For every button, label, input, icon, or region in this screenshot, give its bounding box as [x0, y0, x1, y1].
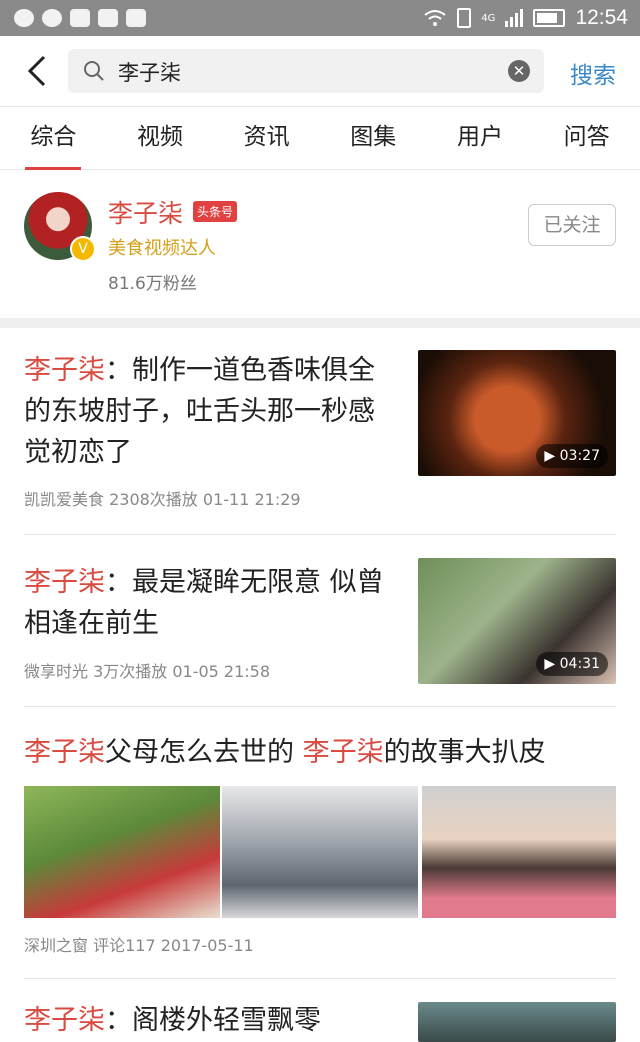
search-header: 李子柒 ✕ 搜索 [0, 36, 640, 107]
category-tabs: 综合 视频 资讯 图集 用户 问答 [0, 107, 640, 170]
gallery-image-2[interactable] [222, 786, 418, 918]
video-thumbnail[interactable]: ▶ 03:27 [418, 350, 616, 476]
chat-notification-icon [14, 9, 34, 27]
status-bar: 4G 12:54 [0, 0, 640, 36]
result-title[interactable]: 李子柒：制作一道色香味俱全的东坡肘子，吐舌头那一秒感觉初恋了 [24, 350, 394, 473]
vibrate-icon [457, 8, 472, 28]
result-title[interactable]: 李子柒：最是凝眸无限意 似曾相逢在前生 [24, 562, 394, 644]
divider [24, 978, 616, 979]
fan-count: 81.6万粉丝 [108, 274, 197, 294]
result-item-2[interactable]: 李子柒：最是凝眸无限意 似曾相逢在前生 微享时光 3万次播放 01-05 21:… [24, 558, 616, 692]
section-separator [0, 318, 640, 328]
result-meta: 凯凯爱美食 2308次播放 01-11 21:29 [24, 490, 301, 509]
search-button[interactable]: 搜索 [570, 56, 616, 90]
gallery-image-1[interactable] [24, 786, 220, 918]
tab-news[interactable]: 资讯 [227, 107, 307, 169]
account-type-badge: 头条号 [193, 201, 238, 222]
image-notification-icon [98, 9, 118, 27]
profile-name[interactable]: 李子柒 [108, 194, 183, 230]
tab-video[interactable]: 视频 [120, 107, 200, 169]
network-type-label: 4G [481, 12, 496, 24]
tab-users[interactable]: 用户 [440, 107, 520, 169]
result-title[interactable]: 李子柒父母怎么去世的 李子柒的故事大扒皮 [24, 732, 616, 773]
search-query-text: 李子柒 [118, 61, 181, 85]
tab-gallery[interactable]: 图集 [333, 107, 413, 169]
video-thumbnail[interactable]: ▶ 04:31 [418, 558, 616, 684]
divider [24, 534, 616, 535]
divider [24, 706, 616, 707]
tab-qa[interactable]: 问答 [547, 107, 627, 169]
follow-button[interactable]: 已关注 [528, 204, 616, 246]
search-input[interactable]: 李子柒 ✕ [68, 49, 544, 93]
result-item-4[interactable]: 李子柒：阁楼外轻雪飘零 [24, 1000, 616, 1042]
back-arrow-icon[interactable] [24, 54, 52, 88]
clear-search-icon[interactable]: ✕ [508, 60, 530, 82]
result-meta: 深圳之窗 评论117 2017-05-11 [24, 936, 254, 955]
video-duration: ▶ 04:31 [536, 652, 608, 676]
video-duration: ▶ 03:27 [536, 444, 608, 468]
video-thumbnail[interactable] [418, 1002, 616, 1042]
result-item-1[interactable]: 李子柒：制作一道色香味俱全的东坡肘子，吐舌头那一秒感觉初恋了 凯凯爱美食 230… [24, 350, 616, 520]
profile-description: 美食视频达人 [108, 238, 216, 259]
search-icon [84, 61, 104, 81]
result-meta: 微享时光 3万次播放 01-05 21:58 [24, 662, 271, 681]
gallery-image-3[interactable] [422, 786, 616, 918]
battery-icon [533, 9, 566, 27]
weibo-notification-icon [42, 9, 62, 27]
signal-icon [505, 9, 524, 27]
profile-card[interactable]: V 李子柒 头条号 美食视频达人 81.6万粉丝 已关注 [0, 170, 640, 318]
result-title[interactable]: 李子柒：阁楼外轻雪飘零 [24, 1000, 394, 1041]
wifi-icon [424, 10, 446, 26]
calendar-notification-icon [126, 9, 146, 27]
clock: 12:54 [575, 6, 628, 29]
shield-notification-icon [70, 9, 90, 27]
tab-general[interactable]: 综合 [13, 107, 93, 170]
verified-badge-icon: V [70, 236, 96, 262]
